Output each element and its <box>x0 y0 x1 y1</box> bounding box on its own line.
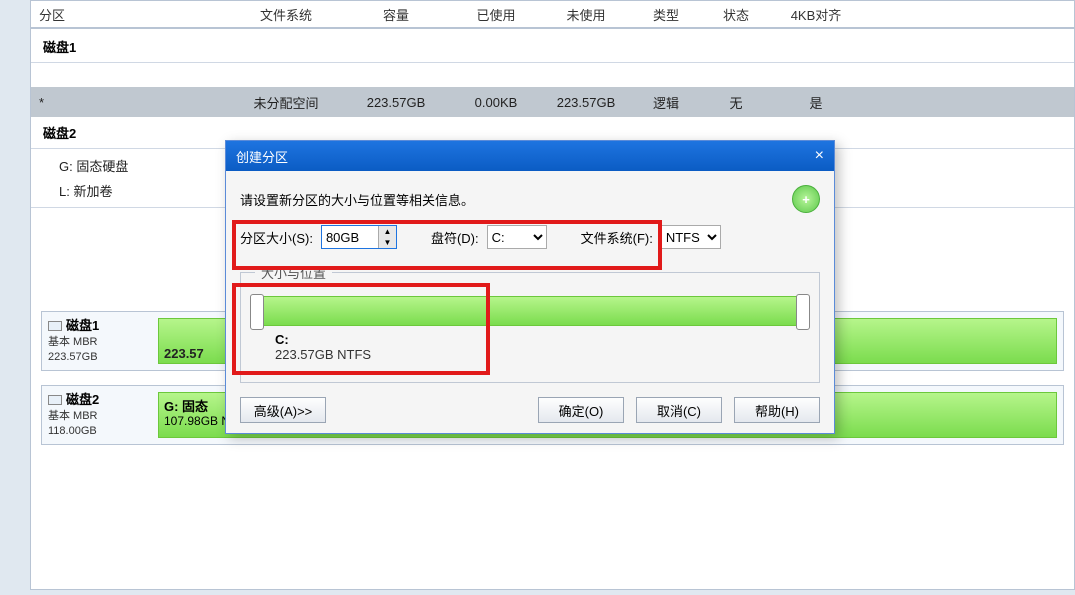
row-fs: 未分配空间 <box>231 93 341 112</box>
row-used: 0.00KB <box>451 95 541 110</box>
disk1-bar-info: 磁盘1 基本 MBR 223.57GB <box>42 313 152 368</box>
disk1-bar-sub1: 基本 MBR <box>48 335 146 350</box>
disk1-bar-text: 223.57 <box>164 346 204 361</box>
create-partition-dialog: 创建分区 × 请设置新分区的大小与位置等相关信息。 + 分区大小(S): ▲ ▼… <box>225 140 835 434</box>
col-state: 状态 <box>701 5 771 24</box>
spinner-arrows[interactable]: ▲ ▼ <box>378 226 396 248</box>
size-position-legend: 大小与位置 <box>255 263 332 282</box>
partition-slider[interactable] <box>255 296 805 326</box>
unallocated-row[interactable]: * 未分配空间 223.57GB 0.00KB 223.57GB 逻辑 无 是 <box>31 87 1074 117</box>
close-icon[interactable]: × <box>815 147 824 165</box>
disk2-bar-info: 磁盘2 基本 MBR 118.00GB <box>42 387 152 442</box>
drive-letter-select[interactable]: C: <box>487 225 547 249</box>
disk-icon <box>48 321 62 331</box>
size-label: 分区大小(S): <box>240 228 313 247</box>
disk1-bar-name: 磁盘1 <box>66 318 99 333</box>
dialog-prompt: 请设置新分区的大小与位置等相关信息。 <box>240 190 474 209</box>
dialog-title: 创建分区 <box>236 147 288 166</box>
chevron-up-icon[interactable]: ▲ <box>379 226 396 237</box>
fs-label: 文件系统(F): <box>581 228 653 247</box>
row-type: 逻辑 <box>631 93 701 112</box>
col-partition: 分区 <box>31 5 231 24</box>
prompt-row: 请设置新分区的大小与位置等相关信息。 + <box>240 185 820 213</box>
slider-partition-sub: 223.57GB NTFS <box>275 347 805 362</box>
disk2-bar-sub2: 118.00GB <box>48 424 146 439</box>
disk2-bar-name: 磁盘2 <box>66 392 99 407</box>
disk2-bar-sub1: 基本 MBR <box>48 409 146 424</box>
size-position-group: 大小与位置 C: 223.57GB NTFS <box>240 263 820 383</box>
plus-icon: + <box>792 185 820 213</box>
col-4kb: 4KB对齐 <box>771 5 861 24</box>
column-headers: 分区 文件系统 容量 已使用 未使用 类型 状态 4KB对齐 <box>31 1 1074 29</box>
slider-handle-left[interactable] <box>250 294 264 330</box>
slider-caption: C: 223.57GB NTFS <box>255 332 805 362</box>
dialog-footer: 高级(A)>> 确定(O) 取消(C) 帮助(H) <box>240 397 820 423</box>
dialog-body: 请设置新分区的大小与位置等相关信息。 + 分区大小(S): ▲ ▼ 盘符(D):… <box>226 171 834 433</box>
col-type: 类型 <box>631 5 701 24</box>
row-cap: 223.57GB <box>341 95 451 110</box>
col-capacity: 容量 <box>341 5 451 24</box>
disk1-label[interactable]: 磁盘1 <box>31 31 1074 63</box>
disk-icon <box>48 395 62 405</box>
row-state: 无 <box>701 93 771 112</box>
advanced-button[interactable]: 高级(A)>> <box>240 397 326 423</box>
col-unused: 未使用 <box>541 5 631 24</box>
size-input[interactable] <box>322 226 378 248</box>
row-unused: 223.57GB <box>541 95 631 110</box>
col-used: 已使用 <box>451 5 541 24</box>
ok-button[interactable]: 确定(O) <box>538 397 624 423</box>
dialog-size-row: 分区大小(S): ▲ ▼ 盘符(D): C: 文件系统(F): NTFS <box>240 225 820 249</box>
disk2-part-label: G: 固态 <box>164 396 208 415</box>
row-align: 是 <box>771 93 861 112</box>
help-button[interactable]: 帮助(H) <box>734 397 820 423</box>
letter-label: 盘符(D): <box>431 228 479 247</box>
slider-handle-right[interactable] <box>796 294 810 330</box>
size-spinner[interactable]: ▲ ▼ <box>321 225 397 249</box>
slider-partition-title: C: <box>275 332 805 347</box>
disk1-bar-sub2: 223.57GB <box>48 350 146 365</box>
chevron-down-icon[interactable]: ▼ <box>379 237 396 248</box>
row-name: * <box>31 95 231 110</box>
filesystem-select[interactable]: NTFS <box>661 225 721 249</box>
dialog-title-bar[interactable]: 创建分区 × <box>226 141 834 171</box>
col-filesystem: 文件系统 <box>231 5 341 24</box>
cancel-button[interactable]: 取消(C) <box>636 397 722 423</box>
